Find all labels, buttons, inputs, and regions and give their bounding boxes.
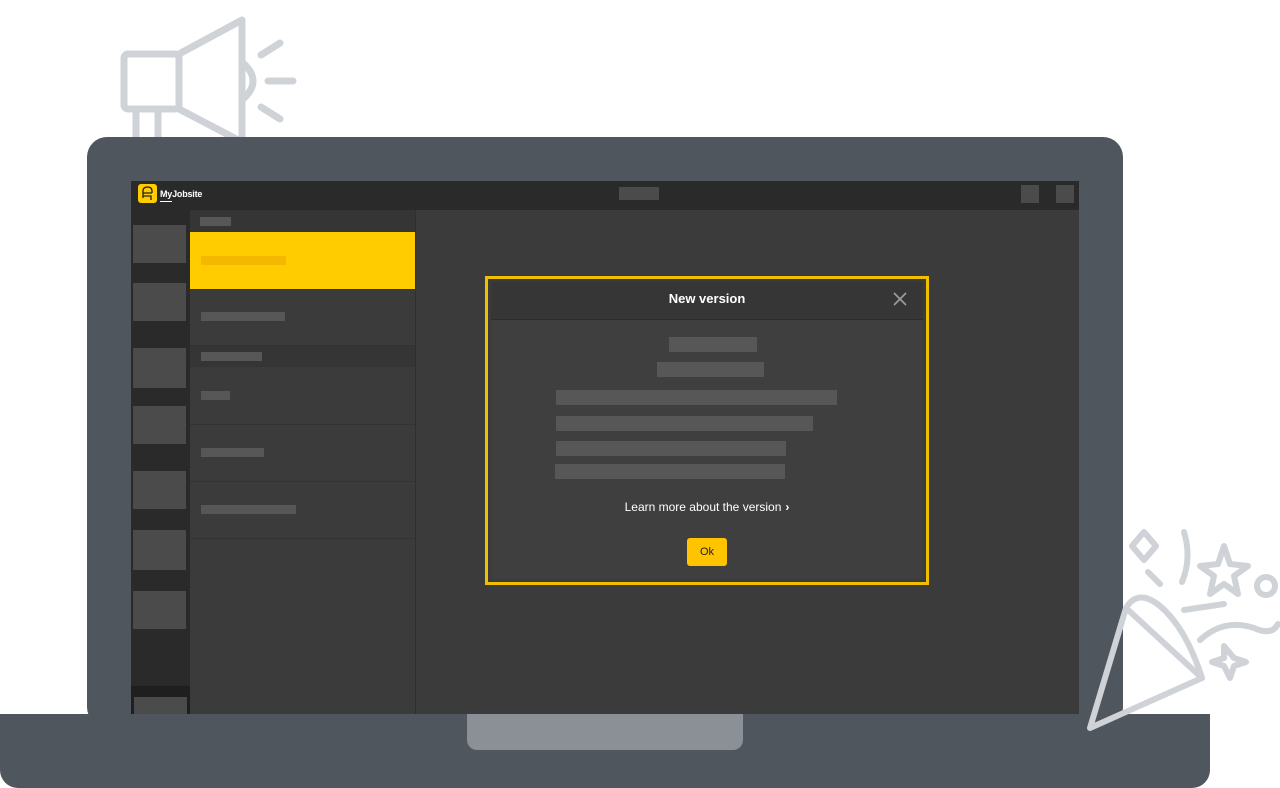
nav-rail-item[interactable] <box>133 225 186 263</box>
dialog-header: New version <box>491 282 923 320</box>
dialog-title: New version <box>668 291 746 306</box>
panel-item[interactable] <box>190 289 415 346</box>
ok-button[interactable]: Ok <box>687 538 727 566</box>
placeholder-text <box>201 312 285 321</box>
app-name: MyJobsite <box>160 189 203 202</box>
placeholder-text <box>201 256 286 265</box>
learn-more-label: Learn more about the version <box>624 500 782 514</box>
new-version-dialog: New version Learn more about the version… <box>491 282 923 579</box>
placeholder-text <box>657 362 764 377</box>
panel-section-header <box>190 210 415 232</box>
topbar-placeholder <box>619 187 659 200</box>
nav-rail-footer <box>131 686 190 714</box>
panel-item[interactable] <box>190 482 415 539</box>
close-icon <box>893 292 907 306</box>
nav-rail-item[interactable] <box>133 348 186 388</box>
topbar-button[interactable] <box>1021 185 1039 203</box>
placeholder-text <box>201 505 296 514</box>
app-topbar: MyJobsite <box>131 181 1079 210</box>
panel-item-active[interactable] <box>190 232 415 290</box>
placeholder-text <box>201 352 262 361</box>
logo-icon <box>138 184 157 203</box>
nav-rail <box>131 210 190 714</box>
topbar-button[interactable] <box>1056 185 1074 203</box>
panel-item[interactable] <box>190 367 415 425</box>
placeholder-text <box>555 464 785 479</box>
panel-section-header <box>190 346 415 367</box>
illustration-stage: MyJobsite New version Learn more about t… <box>0 0 1280 788</box>
nav-rail-item[interactable] <box>134 697 187 714</box>
nav-rail-item[interactable] <box>133 406 186 444</box>
laptop-notch <box>467 714 743 750</box>
placeholder-text <box>201 391 230 400</box>
placeholder-text <box>556 390 837 405</box>
chevron-right-icon: › <box>785 500 790 514</box>
panel-item[interactable] <box>190 425 415 482</box>
placeholder-text <box>201 448 264 457</box>
nav-rail-item[interactable] <box>133 530 186 570</box>
placeholder-text <box>556 441 786 456</box>
nav-rail-item[interactable] <box>133 283 186 321</box>
placeholder-text <box>669 337 757 352</box>
close-button[interactable] <box>891 290 909 308</box>
nav-rail-item[interactable] <box>133 471 186 509</box>
nav-rail-item[interactable] <box>133 591 186 629</box>
learn-more-link[interactable]: Learn more about the version › <box>491 500 923 514</box>
side-panel <box>190 210 416 714</box>
placeholder-text <box>556 416 813 431</box>
placeholder-text <box>200 217 231 226</box>
party-popper-icon <box>1087 529 1280 731</box>
